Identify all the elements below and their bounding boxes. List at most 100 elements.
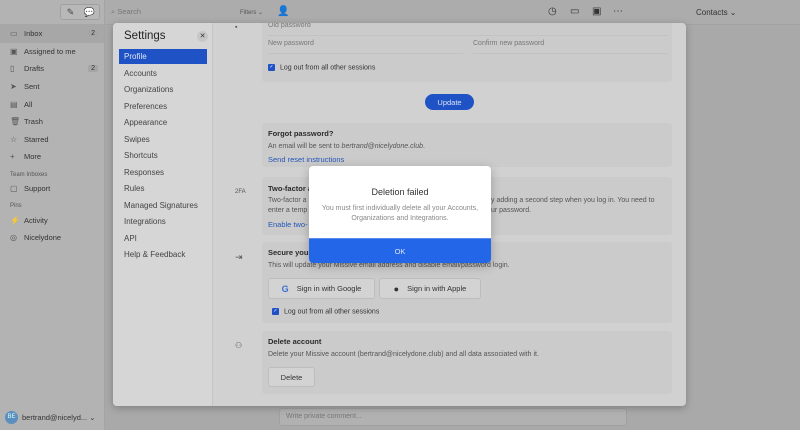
settings-nav-appearance[interactable]: Appearance xyxy=(119,115,207,130)
archive-icon: ▤ xyxy=(10,99,18,109)
google-icon: G xyxy=(281,283,289,294)
error-dialog: Deletion failed You must first individua… xyxy=(309,166,491,263)
twofa-text: ur password. xyxy=(491,207,532,214)
delete-text: Delete your Missive account (bertrand@ni… xyxy=(268,351,539,358)
enable-2fa-link[interactable]: Enable two- xyxy=(268,220,308,229)
pins-label: Pins xyxy=(10,203,22,210)
user-icon[interactable]: 👤 xyxy=(277,6,289,17)
sidebar-item-trash[interactable]: 🗑 Trash xyxy=(0,113,104,131)
sidebar-item-support[interactable]: ▢ Support xyxy=(0,180,104,198)
settings-nav-shortcuts[interactable]: Shortcuts xyxy=(119,148,207,163)
chat-icon[interactable]: 💬 xyxy=(80,5,99,19)
section-title: Two-factor a xyxy=(268,184,313,193)
settings-nav-managed-signatures[interactable]: Managed Signatures xyxy=(119,198,207,213)
settings-nav-swipes[interactable]: Swipes xyxy=(119,132,207,147)
2fa-icon: 2FA xyxy=(235,189,246,195)
password-section: Old password New password Confirm new pa… xyxy=(262,23,672,82)
org-avatar-icon: ◎ xyxy=(10,233,17,243)
user-email: bertrand@nicelyd... xyxy=(22,413,88,422)
forgot-password-section: Forgot password? An email will be sent t… xyxy=(262,123,672,167)
old-password-field[interactable]: Old password xyxy=(268,23,668,36)
section-title: Delete account xyxy=(268,337,322,346)
comment-input[interactable]: Write private comment... xyxy=(279,408,627,426)
filters-dropdown[interactable]: Filters ⌄ xyxy=(240,9,263,16)
topbar: ⌕ Search Filters ⌄ 👤 ◷ ▭ ▣ ⋯ Contacts ⌄ xyxy=(105,0,800,25)
sidebar-item-label: Assigned to me xyxy=(24,46,76,56)
close-icon[interactable]: ✕ xyxy=(197,31,208,42)
google-signin-button[interactable]: G Sign in with Google xyxy=(268,278,375,299)
plus-icon: + xyxy=(10,152,15,162)
sidebar-item-label: Activity xyxy=(24,215,48,225)
avatar: BE xyxy=(5,411,18,424)
sidebar-item-label: Starred xyxy=(24,134,49,144)
sidebar-item-label: More xyxy=(24,152,42,162)
settings-nav-responses[interactable]: Responses xyxy=(119,165,207,180)
apple-icon: ● xyxy=(393,283,400,294)
checkbox-checked-icon: ✓ xyxy=(268,64,275,71)
section-title: Forgot password? xyxy=(268,129,334,138)
sidebar-item-activity[interactable]: ⚡ Activity xyxy=(0,211,104,229)
compose-icon[interactable]: ✎ xyxy=(61,5,80,19)
user-menu[interactable]: BE bertrand@nicelyd... ⌄ xyxy=(5,411,96,424)
settings-nav-profile[interactable]: Profile xyxy=(119,49,207,64)
settings-nav: Settings ✕ Profile Accounts Organizations P… xyxy=(113,23,213,406)
sidebar-item-more[interactable]: + More xyxy=(0,148,104,166)
team-inboxes-label: Team Inboxes xyxy=(10,171,48,178)
apple-signin-button[interactable]: ● Sign in with Apple xyxy=(379,278,481,299)
logout-checkbox[interactable]: ✓ Log out from all other sessions xyxy=(272,308,379,315)
delete-button[interactable]: Delete xyxy=(268,367,315,387)
settings-nav-integrations[interactable]: Integrations xyxy=(119,214,207,229)
sidebar: ✎ 💬 ▭ Inbox 2 ▣ Assigned to me ▯ Drafts 2 ➤ Sent ▤ A… xyxy=(0,0,105,430)
checkbox-checked-icon: ✓ xyxy=(272,308,279,315)
twofa-text: enter a temp xyxy=(268,207,308,214)
settings-title: Settings xyxy=(124,30,166,42)
twofa-text: Two-factor a xyxy=(268,197,307,204)
draft-icon: ▯ xyxy=(10,64,15,74)
confirm-password-field[interactable]: Confirm new password xyxy=(473,40,668,54)
settings-nav-preferences[interactable]: Preferences xyxy=(119,99,207,114)
settings-nav-organizations[interactable]: Organizations xyxy=(119,82,207,97)
count-badge: 2 xyxy=(88,65,98,73)
sidebar-item-label: All xyxy=(24,99,33,109)
section-title: Secure your xyxy=(268,248,312,257)
sidebar-item-label: Sent xyxy=(24,82,40,92)
sidebar-item-nicelydone[interactable]: ◎ Nicelydone xyxy=(0,229,104,247)
sidebar-item-assigned-to-me[interactable]: ▣ Assigned to me xyxy=(0,43,104,61)
archive-icon[interactable]: ▣ xyxy=(592,6,601,17)
forgot-text: An email will be sent to bertrand@nicely… xyxy=(268,143,425,150)
send-icon: ➤ xyxy=(10,82,17,92)
chevron-down-icon: ⌄ xyxy=(87,413,96,422)
update-button[interactable]: Update xyxy=(425,94,474,110)
sidebar-item-inbox[interactable]: ▭ Inbox 2 xyxy=(0,25,104,43)
settings-nav-rules[interactable]: Rules xyxy=(119,181,207,196)
settings-nav-accounts[interactable]: Accounts xyxy=(119,66,207,81)
more-icon[interactable]: ⋯ xyxy=(613,6,623,17)
delete-account-section: Delete account Delete your Missive accou… xyxy=(262,331,672,394)
ok-button[interactable]: OK xyxy=(309,238,491,263)
sidebar-item-sent[interactable]: ➤ Sent xyxy=(0,78,104,96)
logout-checkbox[interactable]: ✓ Log out from all other sessions xyxy=(268,64,375,71)
sidebar-item-drafts[interactable]: ▯ Drafts 2 xyxy=(0,60,104,78)
sidebar-item-starred[interactable]: ☆ Starred xyxy=(0,131,104,149)
sidebar-item-label: Drafts xyxy=(24,64,45,74)
inbox-tray-icon[interactable]: ▭ xyxy=(570,6,579,17)
contacts-dropdown[interactable]: Contacts ⌄ xyxy=(696,8,737,17)
clock-icon[interactable]: ◷ xyxy=(548,6,557,17)
search-input[interactable]: ⌕ Search xyxy=(111,7,141,17)
trash-icon: 🗑 xyxy=(10,117,21,127)
count-badge: 2 xyxy=(88,30,98,38)
team-inbox-icon: ▢ xyxy=(10,184,18,194)
sidebar-item-all[interactable]: ▤ All xyxy=(0,95,104,113)
settings-nav-api[interactable]: API xyxy=(119,231,207,246)
password-icon: ▪ xyxy=(235,24,238,31)
sidebar-item-label: Nicelydone xyxy=(24,233,62,243)
delete-user-icon: ⚇ xyxy=(235,341,243,350)
twofa-text: y adding a second step when you log in. … xyxy=(491,197,655,204)
sidebar-item-label: Inbox xyxy=(24,29,43,39)
secure-text: This will update your Missive email addr… xyxy=(268,262,510,269)
settings-nav-help-feedback[interactable]: Help & Feedback xyxy=(119,247,207,262)
new-password-field[interactable]: New password xyxy=(268,40,463,54)
sidebar-item-label: Trash xyxy=(24,117,43,127)
dialog-message: You must first individually delete all y… xyxy=(321,205,479,222)
send-reset-link[interactable]: Send reset instructions xyxy=(268,155,344,164)
